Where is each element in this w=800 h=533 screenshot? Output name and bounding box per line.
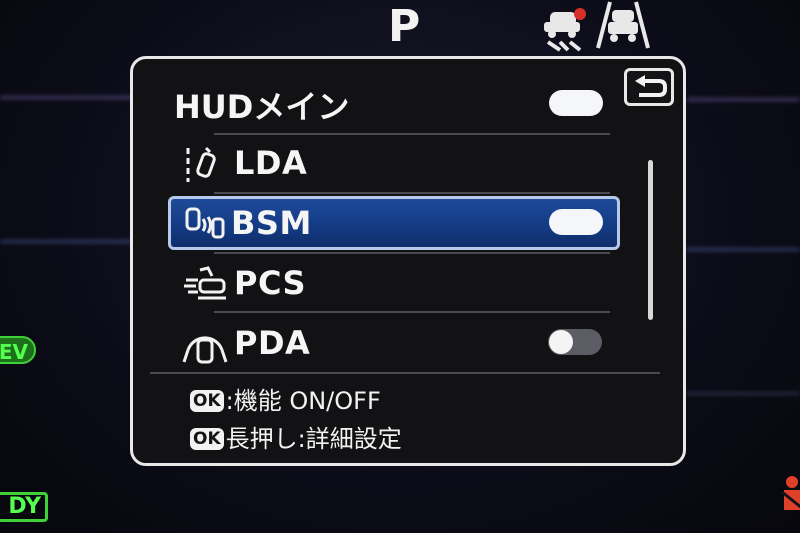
- toggle-knob: [549, 330, 573, 354]
- footer-hint-toggle: OK:機能 ON/OFF: [190, 386, 381, 416]
- blind-spot-monitor-icon: [183, 205, 227, 247]
- back-button[interactable]: [624, 68, 674, 106]
- pre-collision-indicator-icon: [540, 6, 588, 56]
- background-streak: [686, 248, 800, 251]
- lane-departure-icon: [182, 146, 222, 188]
- menu-item-pda[interactable]: PDA: [170, 314, 616, 372]
- footer-hint-long-press: OK 長押し:詳細設定: [190, 424, 402, 454]
- menu-item-bsm[interactable]: BSM: [168, 196, 620, 250]
- background-streak: [0, 240, 140, 243]
- hud-main-toggle[interactable]: [549, 90, 603, 116]
- bsm-toggle[interactable]: [549, 209, 603, 235]
- background-streak: [686, 392, 800, 395]
- lane-trace-indicator-icon: [594, 0, 652, 54]
- divider: [150, 372, 660, 374]
- ready-indicator: DY: [0, 492, 48, 522]
- proactive-driving-icon: [182, 326, 228, 370]
- footer-hint-text: :機能 ON/OFF: [225, 387, 381, 415]
- ev-mode-indicator: EV: [0, 336, 36, 364]
- pda-toggle[interactable]: [548, 329, 602, 355]
- divider: [214, 192, 610, 194]
- seatbelt-warning-icon: [774, 474, 800, 518]
- footer-hint-text: 長押し:詳細設定: [225, 425, 402, 453]
- ok-button-tag: OK: [190, 390, 224, 412]
- menu-item-label: PCS: [234, 264, 307, 302]
- ok-button-tag: OK: [190, 428, 224, 450]
- menu-item-label: LDA: [234, 144, 308, 182]
- scrollbar[interactable]: [648, 160, 653, 320]
- hud-main-label: HUDメイン: [174, 88, 350, 126]
- menu-item-lda[interactable]: LDA: [170, 134, 616, 192]
- pre-collision-icon: [182, 266, 228, 306]
- menu-item-pcs[interactable]: PCS: [170, 254, 616, 312]
- background-streak: [686, 98, 800, 101]
- divider: [214, 311, 610, 313]
- menu-item-label: PDA: [234, 324, 311, 362]
- menu-item-label: BSM: [231, 204, 312, 242]
- gear-indicator: P: [388, 1, 421, 52]
- background-streak: [0, 96, 140, 99]
- return-arrow-icon: [633, 75, 667, 105]
